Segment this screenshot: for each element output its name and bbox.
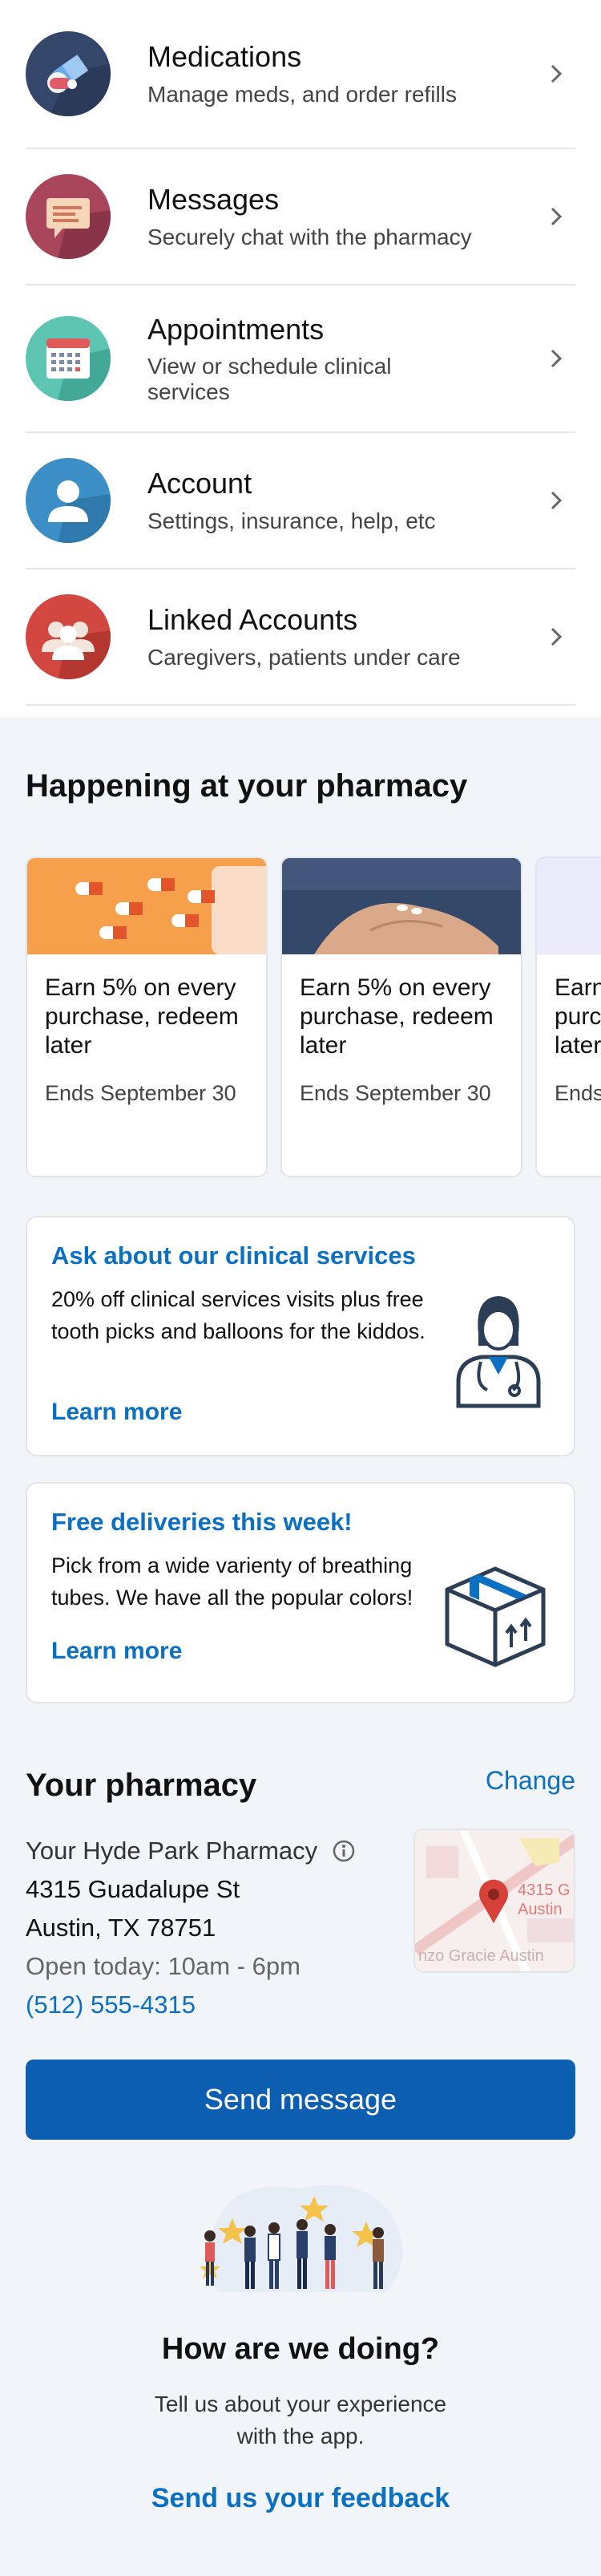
menu-item-title: Account: [147, 467, 252, 500]
menu-item-messages[interactable]: Messages Securely chat with the pharmacy: [26, 149, 575, 286]
learn-more-link[interactable]: Learn more: [51, 1638, 182, 1665]
menu-item-title: Medications: [147, 40, 302, 73]
pharmacy-map[interactable]: 4315 G Austin nzo Gracie Austin: [413, 1829, 575, 1973]
pharmacy-phone[interactable]: (512) 555-4315: [26, 1986, 356, 2024]
users-icon: [26, 594, 111, 679]
menu-item-appointments[interactable]: Appointments View or schedule clinical s…: [26, 286, 575, 433]
hand-pills-photo: [282, 858, 521, 954]
promo-card-ends: Ends September 30: [45, 1081, 236, 1105]
map-label: Austin: [518, 1901, 563, 1918]
map-label: nzo Gracie Austin: [418, 1947, 544, 1965]
chevron-right-icon: [551, 627, 563, 646]
send-message-button[interactable]: Send message: [26, 2060, 575, 2140]
menu-item-subtitle: Securely chat with the pharmacy: [147, 225, 472, 249]
promo-photo: [537, 858, 601, 954]
menu-item-subtitle: View or schedule clinical services: [147, 354, 392, 404]
pharmacy-hours: Open today: 10am - 6pm: [26, 1952, 300, 1980]
menu-item-subtitle: Settings, insurance, help, etc: [147, 508, 436, 533]
pharmacy-section-title: Your pharmacy: [26, 1768, 257, 1803]
pills-icon: [26, 31, 111, 116]
pharmacy-details: Your Hyde Park Pharmacy 4315 Guadalupe S…: [26, 1832, 356, 2024]
pharmacy-address-line2: Austin, TX 78751: [26, 1914, 216, 1942]
map-pin-icon: [479, 1879, 508, 1923]
promo-card[interactable]: Earn 5% on every purchase, redeem later …: [26, 857, 268, 1177]
send-message-label: Send message: [204, 2083, 397, 2116]
learn-more-link[interactable]: Learn more: [51, 1399, 182, 1426]
menu-item-account[interactable]: Account Settings, insurance, help, etc: [26, 433, 575, 569]
happening-title: Happening at your pharmacy: [26, 768, 468, 804]
menu-item-subtitle: Manage meds, and order refills: [147, 82, 457, 107]
promo-card[interactable]: Earn 5% on every purchase, redeem later …: [535, 857, 601, 1177]
feedback-title: How are we doing?: [161, 2332, 440, 2366]
free-deliveries-promo: Free deliveries this week! Pick from a w…: [26, 1482, 575, 1703]
promo-carousel[interactable]: Earn 5% on every purchase, redeem later …: [26, 857, 601, 1177]
chevron-right-icon: [551, 64, 563, 83]
pharmacy-address-line1: 4315 Guadalupe St: [26, 1875, 240, 1903]
promo-card-title: Earn 5% on every purchase, redeem later: [300, 974, 494, 1059]
clinical-services-promo: Ask about our clinical services 20% off …: [26, 1216, 575, 1456]
map-label: 4315 G: [518, 1881, 571, 1899]
pills-photo: [27, 858, 266, 954]
menu-item-title: Appointments: [147, 313, 325, 346]
menu-item-medications[interactable]: Medications Manage meds, and order refil…: [26, 0, 575, 149]
promo-title: Free deliveries this week!: [51, 1508, 353, 1536]
package-icon: [445, 1566, 546, 1667]
menu-list: Medications Manage meds, and order refil…: [0, 0, 601, 717]
calendar-icon: [26, 316, 111, 401]
chevron-right-icon: [551, 491, 563, 510]
feedback-body-line2: with the app.: [236, 2424, 365, 2448]
menu-item-title: Linked Accounts: [147, 603, 358, 636]
promo-card-title: Earn 5% on every purchase, redeem later: [45, 974, 239, 1059]
promo-card-title: Earn 5% on every purchase, redeem later: [555, 974, 601, 1059]
promo-body: 20% off clinical services visits plus fr…: [51, 1287, 426, 1343]
info-icon[interactable]: [332, 1839, 356, 1863]
user-icon: [26, 458, 111, 543]
menu-item-linked-accounts[interactable]: Linked Accounts Caregivers, patients und…: [26, 569, 575, 706]
feedback-body-line1: Tell us about your experience: [154, 2392, 447, 2416]
chevron-right-icon: [551, 207, 563, 226]
promo-card-ends: Ends September 30: [555, 1081, 601, 1105]
change-pharmacy-link[interactable]: Change: [486, 1766, 575, 1796]
promo-card[interactable]: Earn 5% on every purchase, redeem later …: [280, 857, 522, 1177]
promo-body: Pick from a wide varienty of breathing t…: [51, 1553, 413, 1610]
send-feedback-link[interactable]: Send us your feedback: [0, 2483, 601, 2514]
chat-icon: [26, 174, 111, 259]
menu-item-title: Messages: [147, 183, 280, 216]
pharmacy-name: Your Hyde Park Pharmacy: [26, 1837, 318, 1865]
team-stars-illustration: [200, 2185, 403, 2292]
doctor-icon: [456, 1296, 541, 1408]
promo-card-ends: Ends September 30: [300, 1081, 491, 1105]
chevron-right-icon: [551, 349, 563, 368]
menu-item-subtitle: Caregivers, patients under care: [147, 645, 461, 670]
promo-title: Ask about our clinical services: [51, 1241, 416, 1270]
